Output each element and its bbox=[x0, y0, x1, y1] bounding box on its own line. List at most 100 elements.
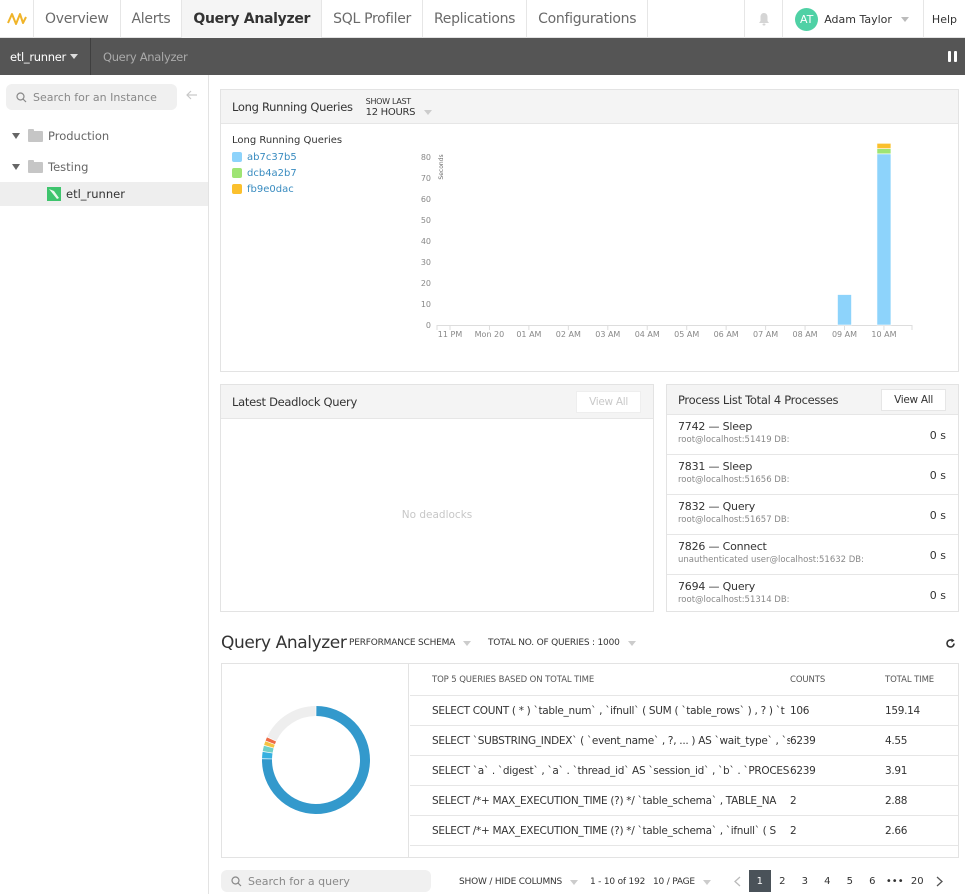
process-host: root@localhost:51419 DB: bbox=[678, 435, 790, 445]
source-dropdown[interactable]: PERFORMANCE SCHEMA bbox=[349, 638, 472, 648]
query-search-input[interactable]: Search for a query bbox=[221, 870, 431, 892]
tab-configurations[interactable]: Configurations bbox=[527, 0, 649, 38]
arrow-left-icon bbox=[186, 90, 197, 100]
search-icon bbox=[16, 91, 27, 102]
total-queries-label: TOTAL NO. OF QUERIES : 1000 bbox=[488, 638, 620, 648]
query-counts: 6239 bbox=[790, 764, 816, 777]
query-text: SELECT COUNT ( * ) `table_num` , `ifnull… bbox=[432, 704, 785, 717]
donut-slice-query-5[interactable] bbox=[265, 737, 277, 745]
query-total-time: 2.88 bbox=[885, 794, 908, 807]
donut-slice-query-2[interactable] bbox=[262, 751, 273, 759]
tab-query-analyzer[interactable]: Query Analyzer bbox=[182, 0, 323, 38]
next-page-button[interactable] bbox=[929, 870, 952, 892]
process-row[interactable]: 7831 — Sleep root@localhost:51656 DB: 0 … bbox=[667, 455, 958, 495]
refresh-button[interactable] bbox=[945, 638, 956, 652]
tree-group-label: Testing bbox=[48, 160, 89, 174]
page-ellipsis-button[interactable]: ••• bbox=[884, 870, 907, 892]
table-row[interactable]: SELECT `a` . `digest` , `a` . `thread_id… bbox=[410, 756, 958, 786]
y-tick-label: 50 bbox=[421, 216, 431, 225]
query-text: SELECT /*+ MAX_EXECUTION_TIME (?) */ `ta… bbox=[432, 794, 777, 807]
process-host: unauthenticated user@localhost:51632 DB: bbox=[678, 555, 864, 565]
app-logo[interactable] bbox=[0, 0, 34, 38]
tab-overview[interactable]: Overview bbox=[34, 0, 121, 38]
bar-ab7c37b5 bbox=[876, 153, 892, 326]
query-counts: 6239 bbox=[790, 734, 816, 747]
show-hide-columns-dropdown[interactable]: SHOW / HIDE COLUMNS bbox=[459, 877, 579, 887]
instance-search-placeholder: Search for an Instance bbox=[33, 90, 157, 104]
card-title: Process List Total 4 Processes bbox=[678, 392, 839, 407]
page-button-2[interactable]: 2 bbox=[771, 870, 794, 892]
tab-replications[interactable]: Replications bbox=[423, 0, 528, 38]
x-tick-label: 09 AM bbox=[832, 330, 857, 339]
column-header-total-time[interactable]: TOTAL TIME bbox=[885, 675, 958, 685]
deadlock-view-all-button[interactable]: View All bbox=[576, 390, 641, 413]
process-title: 7831 — Sleep bbox=[678, 460, 753, 473]
tree-group-testing[interactable]: Testing bbox=[0, 155, 208, 179]
table-row[interactable]: SELECT /*+ MAX_EXECUTION_TIME (?) */ `ta… bbox=[410, 816, 958, 846]
pause-button[interactable] bbox=[948, 51, 957, 62]
help-link[interactable]: Help bbox=[924, 0, 965, 38]
page-button-6[interactable]: 6 bbox=[861, 870, 884, 892]
instance-search-input[interactable]: Search for an Instance bbox=[6, 84, 177, 110]
x-tick-label: 06 AM bbox=[714, 330, 739, 339]
process-host: root@localhost:51314 DB: bbox=[678, 595, 790, 605]
page-button-5[interactable]: 5 bbox=[839, 870, 862, 892]
process-time: 0 s bbox=[929, 589, 946, 602]
tree-instance-etl-runner[interactable]: etl_runner bbox=[0, 182, 208, 206]
tab-alerts[interactable]: Alerts bbox=[121, 0, 183, 38]
table-row[interactable]: SELECT COUNT ( * ) `table_num` , `ifnull… bbox=[410, 696, 958, 726]
logo-icon bbox=[6, 13, 27, 25]
user-name: Adam Taylor bbox=[824, 12, 892, 26]
process-time: 0 s bbox=[929, 509, 946, 522]
user-menu[interactable]: AT Adam Taylor bbox=[782, 0, 924, 38]
pagination-range-label: 1 - 10 of 192 bbox=[590, 877, 646, 887]
donut-slice-query-3[interactable] bbox=[262, 745, 274, 753]
page-button-4[interactable]: 4 bbox=[816, 870, 839, 892]
search-icon bbox=[231, 875, 242, 886]
chevron-right-icon bbox=[936, 876, 944, 886]
chevron-left-icon bbox=[733, 876, 741, 886]
donut-slice-query-4[interactable] bbox=[264, 741, 275, 748]
tree-group-production[interactable]: Production bbox=[0, 124, 208, 148]
process-row[interactable]: 7694 — Query root@localhost:51314 DB: 0 … bbox=[667, 575, 958, 615]
process-host: root@localhost:51657 DB: bbox=[678, 515, 790, 525]
y-tick-label: 0 bbox=[426, 321, 431, 330]
query-text: SELECT `a` . `digest` , `a` . `thread_id… bbox=[432, 764, 790, 777]
donut-slice-other[interactable] bbox=[267, 706, 316, 742]
collapse-sidebar-button[interactable] bbox=[186, 89, 198, 104]
page-button-20[interactable]: 20 bbox=[906, 870, 929, 892]
process-title: 7826 — Connect bbox=[678, 540, 767, 553]
x-tick-label: 01 AM bbox=[516, 330, 541, 339]
page-button-1[interactable]: 1 bbox=[748, 870, 771, 892]
page-button-3[interactable]: 3 bbox=[794, 870, 817, 892]
process-view-all-button[interactable]: View All bbox=[881, 388, 946, 411]
process-row[interactable]: 7826 — Connect unauthenticated user@loca… bbox=[667, 535, 958, 575]
tab-sql-profiler[interactable]: SQL Profiler bbox=[322, 0, 423, 38]
chevron-down-icon bbox=[900, 16, 909, 22]
query-counts: 2 bbox=[790, 824, 797, 837]
per-page-dropdown[interactable]: 10 / PAGE bbox=[653, 877, 711, 887]
prev-page-button[interactable] bbox=[726, 870, 749, 892]
table-row[interactable]: SELECT `SUBSTRING_INDEX` ( `event_name` … bbox=[410, 726, 958, 756]
folder-icon bbox=[28, 128, 43, 142]
instance-selector[interactable]: etl_runner bbox=[0, 38, 91, 75]
top-navigation: Overview Alerts Query Analyzer SQL Profi… bbox=[0, 0, 965, 38]
y-tick-label: 20 bbox=[421, 279, 431, 288]
column-header-query[interactable]: TOP 5 QUERIES BASED ON TOTAL TIME bbox=[410, 675, 790, 685]
donut-chart-container bbox=[222, 664, 409, 857]
column-header-counts[interactable]: COUNTS bbox=[790, 675, 885, 685]
process-list-header: Process List Total 4 Processes View All bbox=[667, 385, 958, 415]
process-row[interactable]: 7742 — Sleep root@localhost:51419 DB: 0 … bbox=[667, 415, 958, 455]
y-tick-label: 60 bbox=[421, 195, 431, 204]
process-title: 7694 — Query bbox=[678, 580, 756, 593]
table-row[interactable]: SELECT /*+ MAX_EXECUTION_TIME (?) */ `ta… bbox=[410, 786, 958, 816]
process-row[interactable]: 7832 — Query root@localhost:51657 DB: 0 … bbox=[667, 495, 958, 535]
chevron-down-icon bbox=[702, 879, 711, 885]
card-title: Latest Deadlock Query bbox=[232, 394, 357, 409]
pagination-range: 1 - 10 of 192 bbox=[590, 877, 645, 887]
process-title: 7832 — Query bbox=[678, 500, 756, 513]
y-tick-label: 80 bbox=[421, 153, 431, 162]
notifications-button[interactable] bbox=[744, 0, 782, 38]
top-queries-donut-chart bbox=[262, 706, 370, 814]
total-queries-dropdown[interactable]: TOTAL NO. OF QUERIES : 1000 bbox=[488, 638, 636, 648]
